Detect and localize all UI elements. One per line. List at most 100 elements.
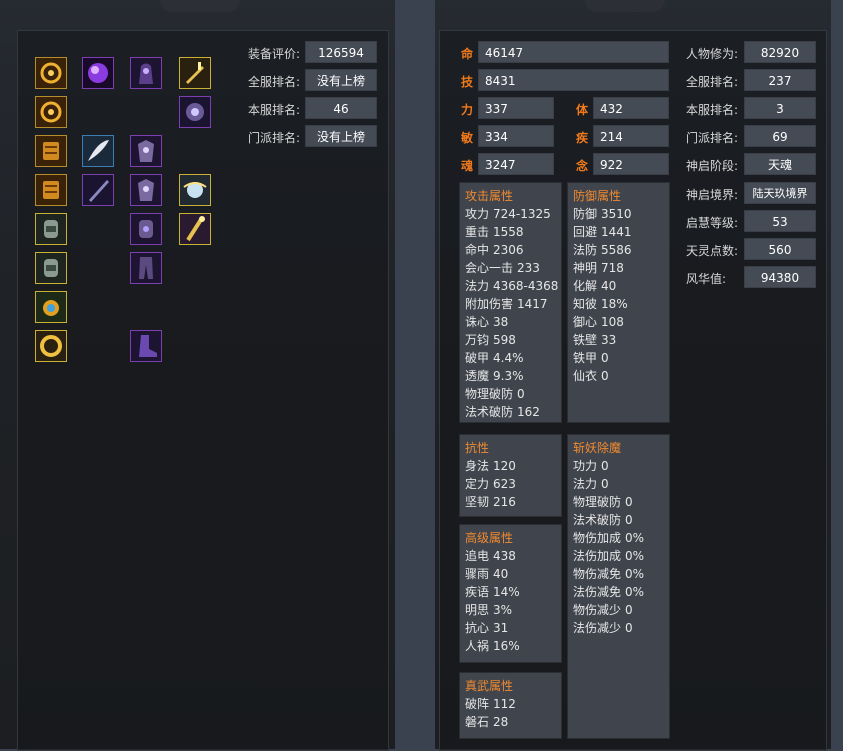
attr-name: 明思 — [465, 603, 490, 617]
attr-name: 法力 — [573, 477, 598, 491]
attr-name: 物理破防 — [465, 387, 514, 401]
equip-slot-boots-icon[interactable] — [130, 330, 162, 362]
attr-value: 438 — [493, 549, 516, 563]
attr-name: 化解 — [573, 279, 598, 293]
equip-slot-feather-wing-icon[interactable] — [82, 135, 114, 167]
core-ming-value: 46147 — [478, 41, 669, 63]
xinyao-title: 斩妖除魔 — [573, 441, 622, 455]
panel-top-ornament — [160, 0, 240, 12]
defense-row: 化解 40 — [573, 277, 669, 295]
attr-name: 神明 — [573, 261, 598, 275]
equip-slot-armor-chest-icon[interactable] — [130, 135, 162, 167]
equip-slot-ring-gold-icon[interactable] — [35, 330, 67, 362]
attr-value: 0% — [625, 549, 645, 563]
defense-row: 仙衣 0 — [573, 367, 669, 385]
attack-attributes-box: 攻击属性 攻力 724-1325 重击 1558 命中 2306 会心一击 233 法力 4368-… — [459, 182, 562, 423]
attr-name: 重击 — [465, 225, 490, 239]
core-min-value: 334 — [478, 125, 554, 147]
defense-row: 法防 5586 — [573, 241, 669, 259]
attr-name: 功力 — [573, 459, 598, 473]
attr-name: 诛心 — [465, 315, 490, 329]
golden-sword-icon — [180, 58, 210, 88]
attr-value: 0 — [601, 369, 609, 383]
equip-slot-scroll-icon[interactable] — [35, 135, 67, 167]
attr-name: 物伤减免 — [573, 567, 622, 581]
attr-value: 0% — [625, 585, 645, 599]
equip-slot-blade-icon[interactable] — [82, 174, 114, 206]
equip-slot-dark-gauntlet-icon[interactable] — [179, 96, 211, 128]
xinyao-row: 法力 0 — [573, 475, 669, 493]
equip-slot-bracer-icon[interactable] — [35, 213, 67, 245]
attr-name: 物理破防 — [573, 495, 622, 509]
this-server-rank-value: 3 — [744, 97, 816, 119]
attr-name: 铁壁 — [573, 333, 598, 347]
equip-slot-orb-wing-icon[interactable] — [179, 174, 211, 206]
attr-name: 法防 — [573, 243, 598, 257]
advanced-attributes-box: 高级属性 追电 438 骤雨 40 疾语 14% 明思 3% 抗心 31 人祸 16% — [459, 524, 562, 663]
attr-value: 0 — [625, 621, 633, 635]
attr-value: 1558 — [493, 225, 524, 239]
equip-slot-armor-chest-icon[interactable] — [130, 174, 162, 206]
attr-value: 0 — [517, 387, 525, 401]
attr-value: 38 — [493, 315, 509, 329]
cultivation-label: 人物修为: — [686, 47, 739, 61]
attack-row: 破甲 4.4% — [465, 349, 561, 367]
attr-name: 法伤减免 — [573, 585, 622, 599]
attr-name: 坚韧 — [465, 495, 490, 509]
bracer-icon — [36, 253, 66, 283]
attack-title: 攻击属性 — [465, 189, 514, 203]
equip-slot-golden-sword-icon[interactable] — [179, 57, 211, 89]
equip-slot-leg-armor-icon[interactable] — [130, 252, 162, 284]
attr-value: 0 — [601, 351, 609, 365]
scroll-icon — [36, 136, 66, 166]
attr-value: 0 — [625, 603, 633, 617]
defense-row: 御心 108 — [573, 313, 669, 331]
equip-slot-golden-staff-icon[interactable] — [179, 213, 211, 245]
advanced-title: 高级属性 — [465, 531, 514, 545]
equip-slot-gear-ring-icon[interactable] — [35, 96, 67, 128]
equip-slot-purple-orb-icon[interactable] — [82, 57, 114, 89]
attr-name: 仙衣 — [573, 369, 598, 383]
boots-icon — [131, 331, 161, 361]
all-server-rank-label: 全服排名: — [686, 75, 739, 89]
attr-value: 162 — [517, 405, 540, 419]
attr-name: 骤雨 — [465, 567, 490, 581]
equip-slot-hooded-armor-icon[interactable] — [130, 57, 162, 89]
panel-top-ornament — [585, 0, 665, 12]
xinyao-row: 物伤减免 0% — [573, 565, 669, 583]
attr-name: 命中 — [465, 243, 490, 257]
defense-title: 防御属性 — [573, 189, 622, 203]
xinyao-row: 物伤加成 0% — [573, 529, 669, 547]
tianling-points-label: 天灵点数: — [686, 244, 739, 258]
blade-icon — [83, 175, 113, 205]
attack-row: 重击 1558 — [465, 223, 561, 241]
resist-row: 坚韧 216 — [465, 493, 561, 511]
equip-slot-bracer-purple-icon[interactable] — [130, 213, 162, 245]
server-all-rank-value: 没有上榜 — [305, 69, 377, 91]
equip-slot-bracer-icon[interactable] — [35, 252, 67, 284]
armor-chest-icon — [131, 136, 161, 166]
advanced-row: 追电 438 — [465, 547, 561, 565]
equip-slot-amulet-icon[interactable] — [35, 291, 67, 323]
advanced-row: 人祸 16% — [465, 637, 561, 655]
attr-value: 5586 — [601, 243, 632, 257]
qihui-level-value: 53 — [744, 210, 816, 232]
equip-slot-gear-ring-icon[interactable] — [35, 57, 67, 89]
equip-slot-scroll-icon[interactable] — [35, 174, 67, 206]
gear-ring-icon — [36, 58, 66, 88]
core-hun-value: 3247 — [478, 153, 554, 175]
core-ji2-label: 疾 — [576, 131, 589, 145]
attr-value: 18% — [601, 297, 628, 311]
attr-value: 2306 — [493, 243, 524, 257]
shenqi-stage-label: 神启阶段: — [686, 159, 739, 173]
core-ji2-value: 214 — [593, 125, 669, 147]
core-ji-value: 8431 — [478, 69, 669, 91]
core-nian-label: 念 — [576, 159, 589, 173]
dark-gauntlet-icon — [180, 97, 210, 127]
purple-orb-icon — [83, 58, 113, 88]
all-server-rank-value: 237 — [744, 69, 816, 91]
defense-row: 神明 718 — [573, 259, 669, 277]
attr-value: 3% — [493, 603, 513, 617]
resist-attributes-box: 抗性 身法 120 定力 623 坚韧 216 — [459, 434, 562, 517]
attr-value: 0% — [625, 531, 645, 545]
